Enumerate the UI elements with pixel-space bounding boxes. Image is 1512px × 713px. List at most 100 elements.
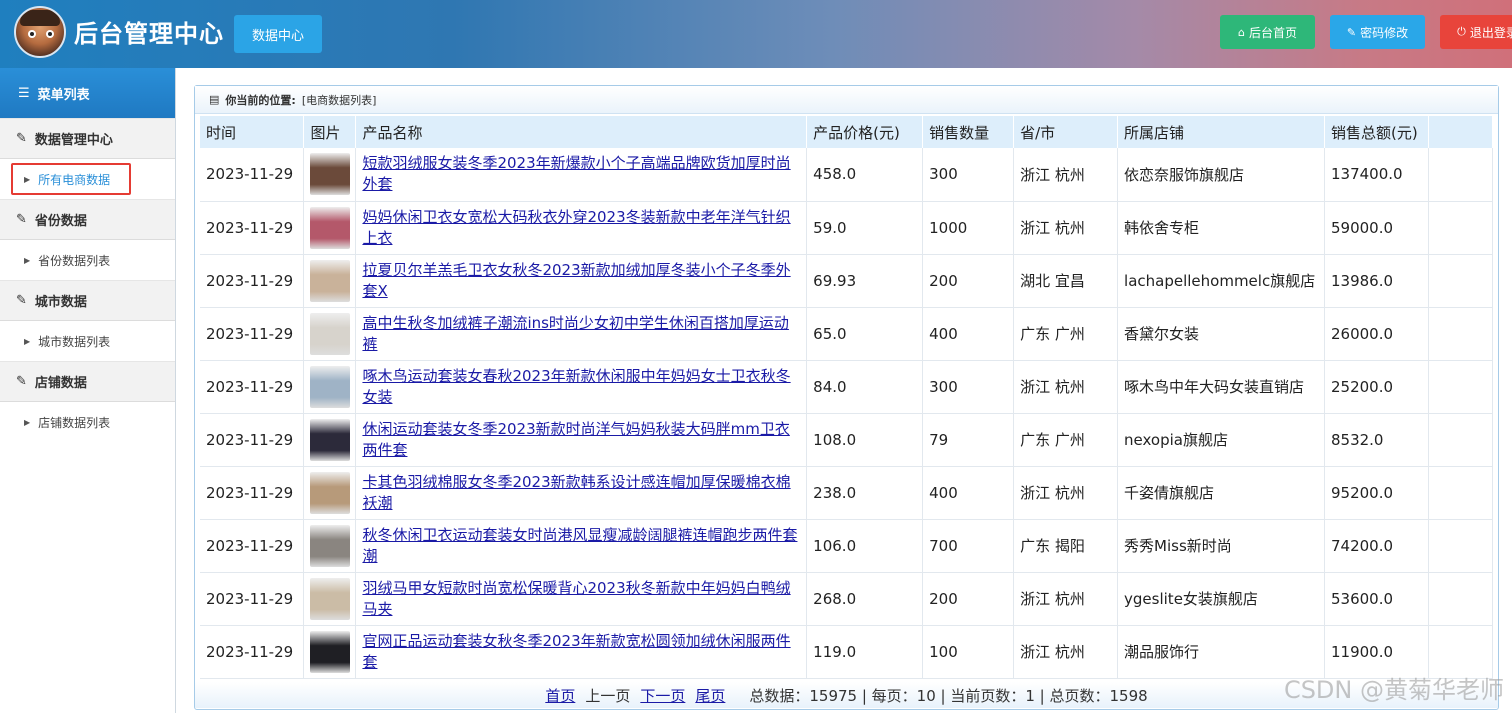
- cell-price: 84.0: [806, 360, 924, 414]
- product-link[interactable]: 妈妈休闲卫衣女宽松大码秋衣外穿2023冬装新款中老年洋气针织上衣: [362, 207, 806, 249]
- cell-quantity: 700: [922, 519, 1015, 573]
- sidebar: ☰ 菜单列表 ✎ 数据管理中心 ▶ 所有电商数据 ✎ 省份数据 ▶ 省份数据列表…: [0, 68, 176, 713]
- cell-date: 2023-11-29: [200, 625, 305, 679]
- sidebar-item-shop-list[interactable]: ▶ 店铺数据列表: [0, 402, 175, 442]
- caret-right-icon: ▶: [24, 417, 31, 427]
- sidebar-item-all-ecommerce[interactable]: ▶ 所有电商数据: [0, 159, 175, 199]
- cell-product-name: 休闲运动套装女冬季2023新款时尚洋气妈妈秋装大码胖mm卫衣两件套: [355, 413, 808, 467]
- cell-region: 浙江 杭州: [1013, 625, 1119, 679]
- cell-price: 238.0: [806, 466, 924, 520]
- cell-product-name: 官网正品运动套装女秋冬季2023年新款宽松圆领加绒休闲服两件套: [355, 625, 808, 679]
- column-header: 销售数量: [922, 116, 1015, 148]
- cell-price: 458.0: [806, 148, 924, 202]
- table-row: 2023-11-29 拉夏贝尔羊羔毛卫衣女秋冬2023新款加绒加厚冬装小个子冬季外…: [200, 254, 1494, 308]
- product-thumbnail[interactable]: [310, 153, 351, 196]
- cell-quantity: 79: [922, 413, 1015, 467]
- table-row: 2023-11-29 卡其色羽绒棉服女冬季2023新款韩系设计感连帽加厚保暖棉衣棉…: [200, 466, 1494, 520]
- cell-image: [303, 254, 357, 308]
- product-link[interactable]: 休闲运动套装女冬季2023新款时尚洋气妈妈秋装大码胖mm卫衣两件套: [362, 419, 806, 461]
- cell-empty: [1428, 254, 1494, 308]
- column-header: 省/市: [1013, 116, 1119, 148]
- sidebar-group-data-management[interactable]: ✎ 数据管理中心: [0, 118, 175, 159]
- column-header: 时间: [200, 116, 305, 148]
- cell-quantity: 300: [922, 360, 1015, 414]
- sidebar-group-province[interactable]: ✎ 省份数据: [0, 199, 175, 240]
- product-thumbnail[interactable]: [310, 524, 351, 567]
- change-password-button[interactable]: ✎ 密码修改: [1330, 15, 1425, 49]
- cell-product-name: 短款羽绒服女装冬季2023年新爆款小个子高端品牌欧货加厚时尚外套: [355, 148, 808, 202]
- sidebar-item-label: 城市数据列表: [38, 334, 111, 349]
- cell-image: [303, 466, 357, 520]
- next-page-link[interactable]: 下一页: [640, 685, 685, 706]
- product-thumbnail[interactable]: [310, 206, 351, 249]
- first-page-link[interactable]: 首页: [545, 685, 575, 706]
- cell-shop: lachapellehommelc旗舰店: [1117, 254, 1325, 308]
- cell-total: 95200.0: [1324, 466, 1429, 520]
- sidebar-group-shop[interactable]: ✎ 店铺数据: [0, 361, 175, 402]
- cell-empty: [1428, 307, 1494, 361]
- product-link[interactable]: 卡其色羽绒棉服女冬季2023新款韩系设计感连帽加厚保暖棉衣棉袄潮: [362, 472, 806, 514]
- sidebar-item-city-list[interactable]: ▶ 城市数据列表: [0, 321, 175, 361]
- product-thumbnail[interactable]: [310, 418, 351, 461]
- cell-date: 2023-11-29: [200, 572, 305, 626]
- cell-quantity: 200: [922, 572, 1015, 626]
- breadcrumb-label: 你当前的位置:: [225, 93, 296, 107]
- sidebar-item-label: 店铺数据列表: [38, 415, 111, 430]
- cell-image: [303, 201, 357, 255]
- cell-product-name: 秋冬休闲卫衣运动套装女时尚港风显瘦减龄阔腿裤连帽跑步两件套潮: [355, 519, 808, 573]
- product-thumbnail[interactable]: [310, 365, 351, 408]
- highlight-box: [11, 163, 131, 195]
- logout-label: 退出登录: [1469, 25, 1512, 40]
- sidebar-item-province-list[interactable]: ▶ 省份数据列表: [0, 240, 175, 280]
- table-row: 2023-11-29 短款羽绒服女装冬季2023年新爆款小个子高端品牌欧货加厚时尚…: [200, 148, 1494, 202]
- product-link[interactable]: 羽绒马甲女短款时尚宽松保暖背心2023秋冬新款中年妈妈白鸭绒马夹: [362, 578, 806, 620]
- cell-empty: [1428, 572, 1494, 626]
- datacenter-button[interactable]: 数据中心: [234, 15, 322, 53]
- product-link[interactable]: 官网正品运动套装女秋冬季2023年新款宽松圆领加绒休闲服两件套: [362, 631, 806, 673]
- table-row: 2023-11-29 妈妈休闲卫衣女宽松大码秋衣外穿2023冬装新款中老年洋气针织…: [200, 201, 1494, 255]
- product-thumbnail[interactable]: [310, 630, 351, 673]
- cell-price: 108.0: [806, 413, 924, 467]
- sidebar-group-city[interactable]: ✎ 城市数据: [0, 280, 175, 321]
- cell-product-name: 啄木鸟运动套装女春秋2023年新款休闲服中年妈妈女士卫衣秋冬女装: [355, 360, 808, 414]
- logout-button[interactable]: ⏻ 退出登录: [1440, 15, 1512, 49]
- home-button[interactable]: ⌂ 后台首页: [1220, 15, 1315, 49]
- cell-empty: [1428, 413, 1494, 467]
- cell-image: [303, 360, 357, 414]
- cell-region: 广东 广州: [1013, 307, 1119, 361]
- last-page-link[interactable]: 尾页: [695, 685, 725, 706]
- ecommerce-table: 时间 图片 产品名称 产品价格(元) 销售数量 省/市 所属店铺 销售总额(元)…: [200, 116, 1494, 679]
- sidebar-item-label: 省份数据列表: [38, 253, 111, 268]
- edit-icon: ✎: [16, 374, 27, 389]
- cell-empty: [1428, 201, 1494, 255]
- cell-date: 2023-11-29: [200, 254, 305, 308]
- cell-price: 106.0: [806, 519, 924, 573]
- product-thumbnail[interactable]: [310, 577, 351, 620]
- cell-date: 2023-11-29: [200, 360, 305, 414]
- sidebar-group-label: 店铺数据: [34, 376, 87, 391]
- product-link[interactable]: 啄木鸟运动套装女春秋2023年新款休闲服中年妈妈女士卫衣秋冬女装: [362, 366, 806, 408]
- cell-empty: [1428, 360, 1494, 414]
- cell-product-name: 卡其色羽绒棉服女冬季2023新款韩系设计感连帽加厚保暖棉衣棉袄潮: [355, 466, 808, 520]
- cell-shop: 秀秀Miss新时尚: [1117, 519, 1325, 573]
- column-header: 图片: [303, 116, 357, 148]
- product-link[interactable]: 高中生秋冬加绒裤子潮流ins时尚少女初中学生休闲百搭加厚运动裤: [362, 313, 806, 355]
- cell-quantity: 300: [922, 148, 1015, 202]
- watermark: CSDN @黄菊华老师: [1283, 676, 1504, 704]
- cell-date: 2023-11-29: [200, 201, 305, 255]
- product-link[interactable]: 秋冬休闲卫衣运动套装女时尚港风显瘦减龄阔腿裤连帽跑步两件套潮: [362, 525, 806, 567]
- product-thumbnail[interactable]: [310, 312, 351, 355]
- product-link[interactable]: 拉夏贝尔羊羔毛卫衣女秋冬2023新款加绒加厚冬装小个子冬季外套X: [362, 260, 806, 302]
- cell-total: 74200.0: [1324, 519, 1429, 573]
- cell-price: 65.0: [806, 307, 924, 361]
- avatar: [14, 6, 66, 58]
- cell-shop: 依恋奈服饰旗舰店: [1117, 148, 1325, 202]
- cell-price: 119.0: [806, 625, 924, 679]
- column-header: 销售总额(元): [1324, 116, 1429, 148]
- cell-region: 浙江 杭州: [1013, 201, 1119, 255]
- sidebar-group-label: 省份数据: [34, 214, 87, 229]
- cell-product-name: 妈妈休闲卫衣女宽松大码秋衣外穿2023冬装新款中老年洋气针织上衣: [355, 201, 808, 255]
- product-link[interactable]: 短款羽绒服女装冬季2023年新爆款小个子高端品牌欧货加厚时尚外套: [362, 153, 806, 195]
- product-thumbnail[interactable]: [310, 259, 351, 302]
- product-thumbnail[interactable]: [310, 471, 351, 514]
